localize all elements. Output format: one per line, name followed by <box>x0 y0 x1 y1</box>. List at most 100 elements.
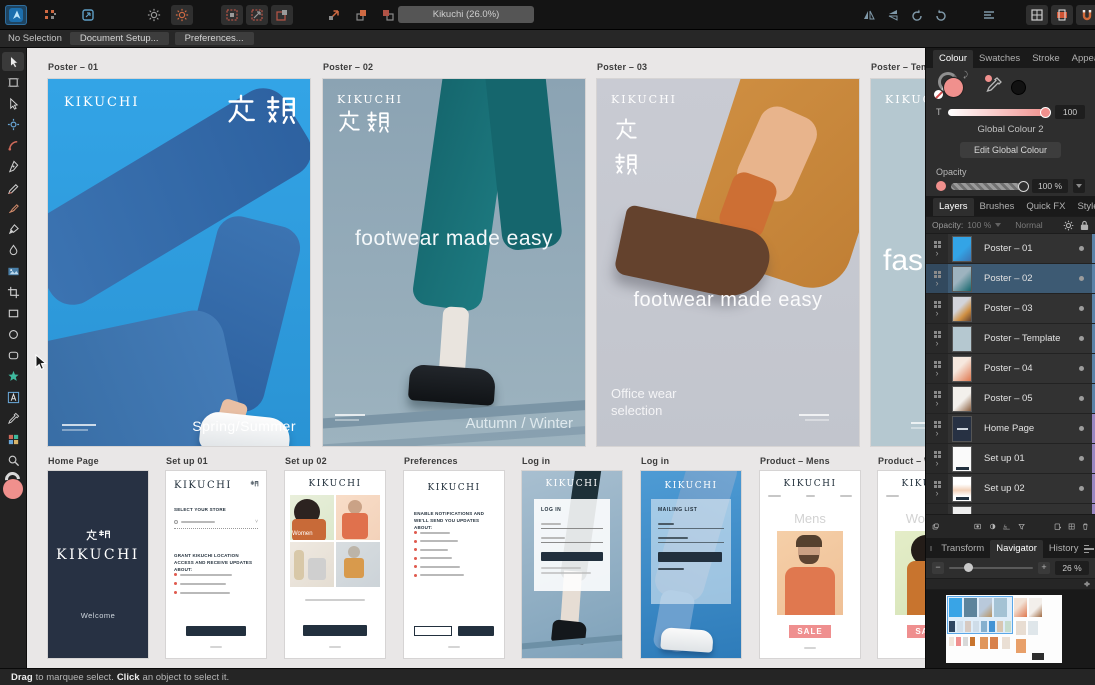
expand-chevron-icon[interactable]: › <box>936 340 939 346</box>
layer-gutter[interactable]: › <box>926 444 948 473</box>
tab-quickfx[interactable]: Quick FX <box>1020 198 1071 216</box>
navigator-preview[interactable] <box>926 590 1095 668</box>
layer-row[interactable]: › Home Page <box>926 414 1095 444</box>
settings-gear-icon[interactable] <box>143 5 165 25</box>
order-icon[interactable] <box>978 5 1000 25</box>
insert-inside-icon[interactable] <box>246 5 268 25</box>
zoom-value[interactable]: 26 % <box>1055 561 1089 575</box>
visibility-dot[interactable] <box>1079 426 1084 431</box>
paint-brush-tool[interactable] <box>2 220 24 239</box>
expand-chevron-icon[interactable]: › <box>936 310 939 316</box>
artboard-label[interactable]: Product – Wom <box>878 456 925 466</box>
artboard-product-mens[interactable]: KIKUCHI Mens SALE <box>760 471 860 658</box>
layer-row[interactable]: › Poster – 05 <box>926 384 1095 414</box>
visibility-dot[interactable] <box>1079 456 1084 461</box>
snapping-magnet-icon[interactable] <box>1076 5 1095 25</box>
colour-picker-icon[interactable] <box>984 75 1006 99</box>
move-forward-icon[interactable] <box>350 5 372 25</box>
visibility-dot[interactable] <box>1079 276 1084 281</box>
tab-swatches[interactable]: Swatches <box>973 50 1026 68</box>
artistic-text-tool[interactable] <box>2 388 24 407</box>
tab-styles[interactable]: Styles <box>1071 198 1095 216</box>
layer-name[interactable]: Set up 01 <box>976 453 1079 464</box>
blend-mode-select[interactable]: Normal <box>1015 220 1042 230</box>
fill-stroke-selector[interactable]: ⤸ <box>936 72 970 102</box>
add-pixel-layer-icon[interactable] <box>1054 520 1061 533</box>
layer-gutter[interactable]: › <box>926 264 948 293</box>
delete-layer-icon[interactable] <box>1082 520 1089 533</box>
artboard-poster-02[interactable]: KIKUCHI footwear made easy Autumn / Wint… <box>323 79 585 446</box>
layer-row[interactable]: › Set up 01 <box>926 444 1095 474</box>
artboard-poster-03[interactable]: KIKUCHI footwear made easy Office wear s… <box>597 79 859 446</box>
artboard-poster-template[interactable]: KIKUCHI fashion <box>871 79 925 446</box>
adjustment-layer-icon[interactable] <box>989 520 996 533</box>
tab-transform[interactable]: Transform <box>935 540 990 558</box>
layer-gutter[interactable]: › <box>926 354 948 383</box>
pencil-tool[interactable] <box>2 178 24 197</box>
artboard-label[interactable]: Preferences <box>404 456 458 466</box>
zoom-slider[interactable] <box>949 567 1033 569</box>
visibility-dot[interactable] <box>1079 306 1084 311</box>
rotate-ccw-icon[interactable] <box>906 5 928 25</box>
layers-opacity-value[interactable]: 100 % <box>967 220 991 230</box>
layer-name[interactable]: Poster – 04 <box>976 363 1079 374</box>
layer-row[interactable]: › Set up 02 <box>926 474 1095 504</box>
move-backward-icon[interactable] <box>377 5 399 25</box>
fill-tool[interactable] <box>2 241 24 260</box>
opacity-slider[interactable] <box>951 183 1027 190</box>
layer-name[interactable]: Poster – 01 <box>976 243 1079 254</box>
add-layer-icon[interactable] <box>1068 520 1075 533</box>
layer-row[interactable]: › Poster – 01 <box>926 234 1095 264</box>
artboard-setup-02[interactable]: KIKUCHI Women <box>285 471 385 658</box>
place-image-tool[interactable] <box>2 262 24 281</box>
swap-colours-icon[interactable]: ⤸ <box>963 70 968 80</box>
insert-on-top-icon[interactable] <box>271 5 293 25</box>
tab-history[interactable]: History <box>1043 540 1085 558</box>
artboard-label[interactable]: Log in <box>522 456 550 466</box>
visibility-dot[interactable] <box>1079 486 1084 491</box>
visibility-dot[interactable] <box>1079 246 1084 251</box>
layer-gutter[interactable]: › <box>926 384 948 413</box>
designer-persona-icon[interactable] <box>5 5 27 25</box>
pixel-persona-icon[interactable] <box>39 5 61 25</box>
panel-splitter[interactable] <box>926 578 1095 590</box>
visibility-dot[interactable] <box>1079 336 1084 341</box>
layer-row-partial[interactable] <box>926 504 1095 514</box>
colour-picker-tool[interactable] <box>2 409 24 428</box>
layer-gutter[interactable] <box>926 504 948 514</box>
tab-colour[interactable]: Colour <box>933 50 973 68</box>
opacity-slider-knob[interactable] <box>1018 181 1029 192</box>
artboard-poster-01[interactable]: KIKUCHI Spring/Summer <box>48 79 310 446</box>
zoom-in-button[interactable]: + <box>1038 562 1050 574</box>
tab-appearance[interactable]: Appearance <box>1066 50 1095 68</box>
artboard-preferences[interactable]: KIKUCHI ENABLE NOTIFICATIONS AND WE'LL S… <box>404 471 504 658</box>
rotate-cw-icon[interactable] <box>930 5 952 25</box>
move-tool[interactable] <box>2 52 24 71</box>
move-to-front-icon[interactable] <box>323 5 345 25</box>
artboard-home-page[interactable]: KIKUCHI Welcome <box>48 471 148 658</box>
tint-value[interactable]: 100 <box>1055 105 1085 119</box>
artboard-setup-01[interactable]: KIKUCHI SELECT YOUR STORE ˅ GRANT KIKUCH… <box>166 471 266 658</box>
layer-gutter[interactable]: › <box>926 414 948 443</box>
layer-row[interactable]: › Poster – Template <box>926 324 1095 354</box>
zoom-slider-knob[interactable] <box>964 563 973 572</box>
expand-chevron-icon[interactable]: › <box>936 250 939 256</box>
layer-name[interactable]: Home Page <box>976 423 1079 434</box>
zoom-tool[interactable] <box>2 451 24 470</box>
artboard-label[interactable]: Poster – Template <box>871 62 925 72</box>
expand-chevron-icon[interactable]: › <box>936 400 939 406</box>
expand-chevron-icon[interactable]: › <box>936 460 939 466</box>
artboard-label[interactable]: Poster – 03 <box>597 62 647 72</box>
tab-brushes[interactable]: Brushes <box>974 198 1021 216</box>
layer-name[interactable]: Set up 02 <box>976 483 1079 494</box>
assets-gear-icon[interactable] <box>171 5 193 25</box>
artboard-label[interactable]: Poster – 02 <box>323 62 373 72</box>
preferences-button[interactable]: Preferences... <box>175 32 254 45</box>
artboard-label[interactable]: Set up 02 <box>285 456 327 466</box>
lock-icon[interactable] <box>1080 220 1089 231</box>
tab-stroke[interactable]: Stroke <box>1026 50 1065 68</box>
opacity-value[interactable]: 100 % <box>1032 179 1068 193</box>
artboard-label[interactable]: Poster – 01 <box>48 62 98 72</box>
layer-gutter[interactable]: › <box>926 294 948 323</box>
vector-brush-tool[interactable] <box>2 199 24 218</box>
